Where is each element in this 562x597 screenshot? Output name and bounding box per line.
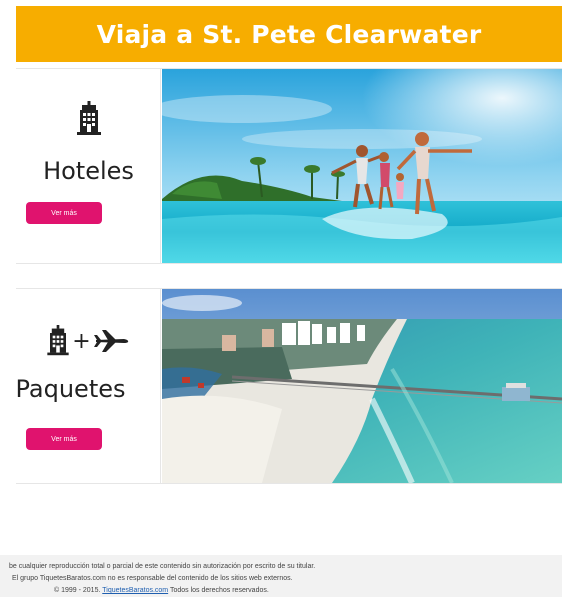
hotel-icon xyxy=(47,325,69,356)
packages-icon-group: + xyxy=(16,325,161,357)
hotels-card[interactable]: Hoteles Ver más xyxy=(16,68,562,264)
header-banner: Viaja a St. Pete Clearwater xyxy=(16,6,562,62)
plus-sign: + xyxy=(72,328,91,354)
packages-see-more-button[interactable]: Ver más xyxy=(26,428,102,450)
hotels-photo[interactable] xyxy=(162,69,562,263)
hotel-icon xyxy=(16,101,161,137)
packages-photo[interactable] xyxy=(162,289,562,483)
packages-title: Paquetes xyxy=(16,375,126,403)
footer-copyright-notice: be cualquier reproducción total o parcia… xyxy=(9,563,316,570)
footer-site-link[interactable]: TiquetesBaratos.com xyxy=(102,587,168,594)
footer-years: © 1999 - 2015. xyxy=(54,587,101,594)
hotels-see-more-button[interactable]: Ver más xyxy=(26,202,102,224)
airplane-icon xyxy=(93,330,128,352)
footer-disclaimer: El grupo TiquetesBaratos.com no es respo… xyxy=(12,575,293,582)
banner-title: Viaja a St. Pete Clearwater xyxy=(96,19,482,49)
footer-rights-text: Todos los derechos reservados. xyxy=(169,587,269,594)
packages-card-info: + Paquetes Ver más xyxy=(16,289,161,483)
packages-card[interactable]: + Paquetes Ver más xyxy=(16,288,562,484)
footer-rights: © 1999 - 2015. TiquetesBaratos.com Todos… xyxy=(54,587,269,594)
hotels-card-info: Hoteles Ver más xyxy=(16,69,161,263)
hotels-title: Hoteles xyxy=(43,157,134,185)
footer: be cualquier reproducción total o parcia… xyxy=(0,555,562,597)
